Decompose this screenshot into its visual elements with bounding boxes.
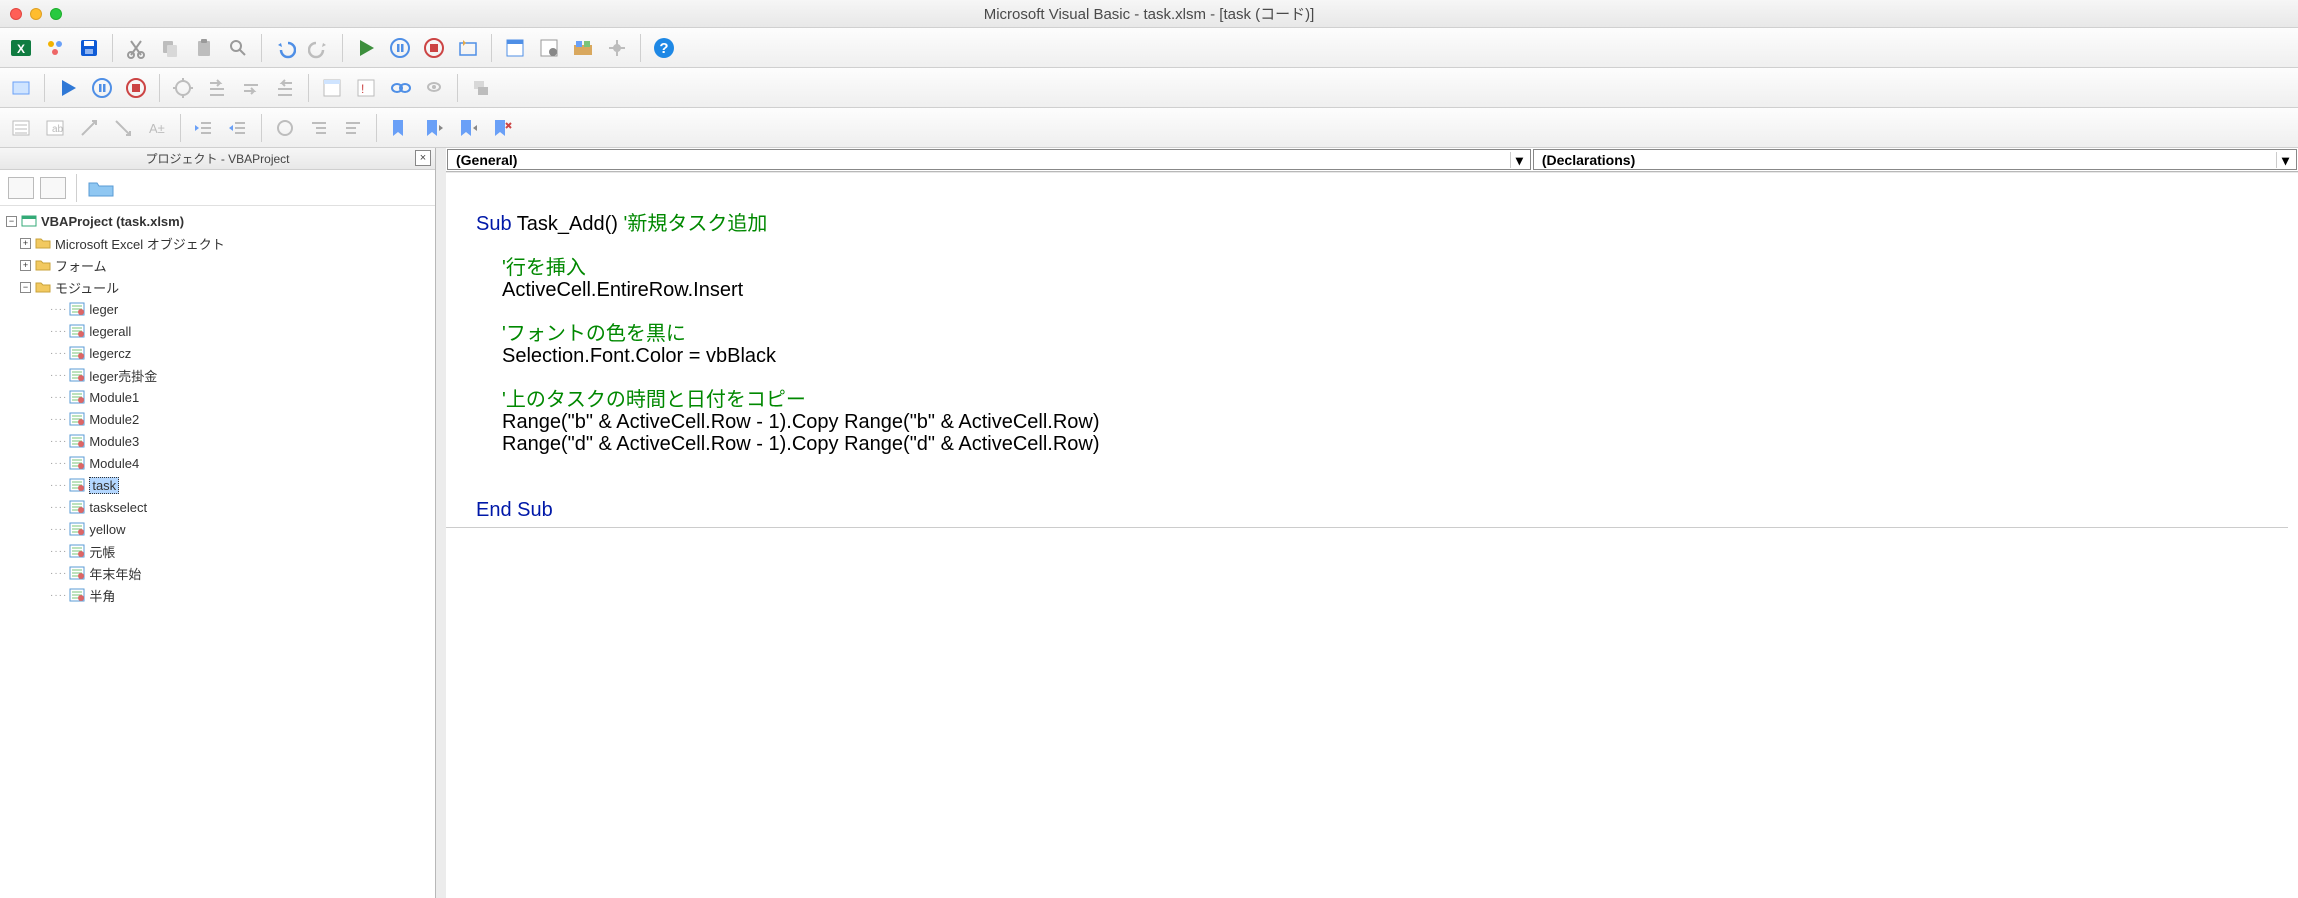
comment-block-icon[interactable] [304, 113, 334, 143]
copy-icon[interactable] [155, 33, 185, 63]
tree-folder-modules[interactable]: − モジュール [0, 276, 435, 298]
close-window-button[interactable] [10, 8, 22, 20]
properties-window-icon[interactable] [534, 33, 564, 63]
svg-text:!: ! [361, 82, 364, 96]
object-combo[interactable]: (General) ▾ [447, 149, 1531, 170]
tree-module-legerall[interactable]: ····legerall [0, 320, 435, 342]
break-icon[interactable] [385, 33, 415, 63]
parameter-info-icon[interactable] [108, 113, 138, 143]
project-explorer-title: プロジェクト - VBAProject × [0, 148, 435, 170]
window-title: Microsoft Visual Basic - task.xlsm - [ta… [984, 3, 1315, 24]
object-browser-icon[interactable] [568, 33, 598, 63]
toolbar-debug: ! [0, 68, 2298, 108]
step-into-icon[interactable] [202, 73, 232, 103]
tree-folder-excel-objects[interactable]: + Microsoft Excel オブジェクト [0, 232, 435, 254]
indent-icon[interactable] [189, 113, 219, 143]
view-code-button[interactable] [8, 177, 34, 199]
stop-icon[interactable] [121, 73, 151, 103]
list-properties-icon[interactable] [6, 113, 36, 143]
toolbar-main: X ? [0, 28, 2298, 68]
splitter[interactable] [436, 148, 446, 898]
tree-module-半角[interactable]: ····半角 [0, 584, 435, 606]
svg-text:A±: A± [149, 121, 165, 136]
tree-module-yellow[interactable]: ····yellow [0, 518, 435, 540]
step-over-icon[interactable] [236, 73, 266, 103]
find-icon[interactable] [223, 33, 253, 63]
tree-module-Module4[interactable]: ····Module4 [0, 452, 435, 474]
list-constants-icon[interactable]: ab [40, 113, 70, 143]
toolbar-edit: ab A± [0, 108, 2298, 148]
project-explorer-toolbar [0, 170, 435, 206]
outdent-icon[interactable] [223, 113, 253, 143]
excel-icon[interactable]: X [6, 33, 36, 63]
immediate-window-icon[interactable]: ! [351, 73, 381, 103]
tree-module-legercz[interactable]: ····legercz [0, 342, 435, 364]
tree-root[interactable]: − VBAProject (task.xlsm) [0, 210, 435, 232]
insert-module-icon[interactable] [40, 33, 70, 63]
tree-module-年末年始[interactable]: ····年末年始 [0, 562, 435, 584]
undo-icon[interactable] [270, 33, 300, 63]
tree-module-task[interactable]: ····task [0, 474, 435, 496]
pause-icon[interactable] [87, 73, 117, 103]
tree-module-leger売掛金[interactable]: ····leger売掛金 [0, 364, 435, 386]
svg-text:?: ? [659, 40, 668, 57]
bookmark-next-icon[interactable] [419, 113, 449, 143]
window-titlebar: Microsoft Visual Basic - task.xlsm - [ta… [0, 0, 2298, 28]
tree-module-Module2[interactable]: ····Module2 [0, 408, 435, 430]
zoom-window-button[interactable] [50, 8, 62, 20]
call-stack-icon[interactable] [466, 73, 496, 103]
cut-icon[interactable] [121, 33, 151, 63]
project-explorer: プロジェクト - VBAProject × − VBAProject (task… [0, 148, 436, 898]
code-editor: (General) ▾ (Declarations) ▾ Sub Task_Ad… [446, 148, 2298, 898]
quick-watch-icon[interactable] [419, 73, 449, 103]
chevron-down-icon[interactable]: ▾ [1510, 152, 1528, 168]
project-explorer-title-text: プロジェクト - VBAProject [145, 150, 289, 167]
chevron-down-icon[interactable]: ▾ [2276, 152, 2294, 168]
project-explorer-icon[interactable] [500, 33, 530, 63]
close-panel-button[interactable]: × [415, 150, 431, 166]
run-icon[interactable] [351, 33, 381, 63]
watch-window-icon[interactable] [385, 73, 415, 103]
breakpoint-hand-icon[interactable] [270, 113, 300, 143]
tree-module-leger[interactable]: ····leger [0, 298, 435, 320]
paste-icon[interactable] [189, 33, 219, 63]
toggle-folders-button[interactable] [87, 177, 117, 199]
locals-window-icon[interactable] [317, 73, 347, 103]
step-out-icon[interactable] [270, 73, 300, 103]
window-controls [10, 8, 62, 20]
svg-text:X: X [17, 42, 25, 56]
tree-module-Module3[interactable]: ····Module3 [0, 430, 435, 452]
toggle-breakpoint-icon[interactable] [168, 73, 198, 103]
toolbox-icon[interactable] [602, 33, 632, 63]
procedure-combo[interactable]: (Declarations) ▾ [1533, 149, 2297, 170]
code-area[interactable]: Sub Task_Add() '新規タスク追加 '行を挿入 ActiveCell… [446, 172, 2298, 898]
bookmark-toggle-icon[interactable] [385, 113, 415, 143]
tree-module-Module1[interactable]: ····Module1 [0, 386, 435, 408]
svg-text:ab: ab [52, 124, 64, 135]
quick-info-icon[interactable] [74, 113, 104, 143]
compile-icon[interactable] [6, 73, 36, 103]
uncomment-block-icon[interactable] [338, 113, 368, 143]
reset-icon[interactable] [419, 33, 449, 63]
help-icon[interactable]: ? [649, 33, 679, 63]
redo-icon[interactable] [304, 33, 334, 63]
tree-module-taskselect[interactable]: ····taskselect [0, 496, 435, 518]
project-tree[interactable]: − VBAProject (task.xlsm) + Microsoft Exc… [0, 206, 435, 898]
design-mode-icon[interactable] [453, 33, 483, 63]
bookmark-prev-icon[interactable] [453, 113, 483, 143]
bookmark-clear-icon[interactable] [487, 113, 517, 143]
save-icon[interactable] [74, 33, 104, 63]
view-object-button[interactable] [40, 177, 66, 199]
tree-folder-forms[interactable]: + フォーム [0, 254, 435, 276]
tree-module-元帳[interactable]: ····元帳 [0, 540, 435, 562]
complete-word-icon[interactable]: A± [142, 113, 172, 143]
minimize-window-button[interactable] [30, 8, 42, 20]
run-sub-icon[interactable] [53, 73, 83, 103]
